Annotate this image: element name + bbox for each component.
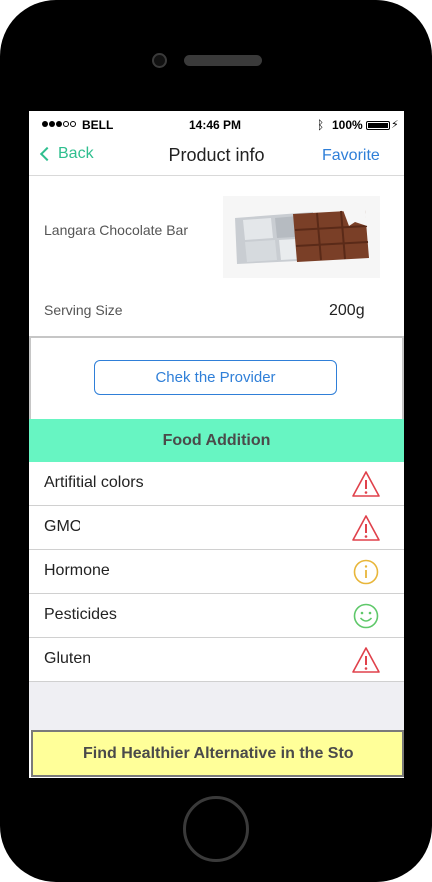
list-item[interactable]: Hormones xyxy=(29,550,404,594)
check-provider-button[interactable]: Chek the Provider xyxy=(94,360,337,395)
phone-frame: BELL 14:46 PM ᛒ 100% ⚡ Back Product info… xyxy=(0,0,432,882)
list-item[interactable]: GMO xyxy=(29,506,404,550)
list-item[interactable]: Artifitial colors xyxy=(29,462,404,506)
serving-size-value: 200g xyxy=(329,302,365,319)
app-screen: BELL 14:46 PM ᛒ 100% ⚡ Back Product info… xyxy=(29,111,404,778)
additive-label: Gluten xyxy=(44,650,90,667)
list-item[interactable]: Gluten xyxy=(29,638,404,682)
additive-label: Pesticides xyxy=(44,606,117,623)
product-name: Langara Chocolate Bar xyxy=(44,222,188,238)
speaker-grill xyxy=(184,55,262,66)
battery-percentage: 100% xyxy=(332,118,363,132)
info-icon xyxy=(353,559,379,585)
food-addition-header: Food Addition xyxy=(29,419,404,462)
camera-lens xyxy=(152,53,167,68)
favorite-button[interactable]: Favorite xyxy=(322,147,404,165)
warning-icon xyxy=(352,647,380,673)
carrier-name: BELL xyxy=(82,118,114,132)
find-alternative-button[interactable]: Find Healthier Alternative in the Store xyxy=(31,730,404,777)
additive-label: Artifitial colors xyxy=(44,474,144,491)
content-spacer xyxy=(29,682,404,730)
signal-strength-icon xyxy=(42,121,76,127)
find-alternative-label: Find Healthier Alternative in the Store xyxy=(83,744,353,762)
additive-label: GMO xyxy=(44,518,80,535)
status-time: 14:46 PM xyxy=(189,118,242,132)
additive-label: Hormones xyxy=(44,562,110,579)
home-button[interactable] xyxy=(183,796,249,862)
list-item[interactable]: Pesticides xyxy=(29,594,404,638)
smiley-icon xyxy=(353,603,379,629)
charging-icon: ⚡ xyxy=(391,119,399,131)
provider-section: Chek the Provider xyxy=(29,336,404,419)
serving-size-label: Serving Size xyxy=(44,302,123,318)
battery-icon xyxy=(366,121,390,130)
additive-list: Artifitial colors GMO Hormones xyxy=(29,462,404,682)
warning-icon xyxy=(352,515,380,541)
bluetooth-icon: ᛒ xyxy=(317,118,325,132)
navigation-bar: Back Product info Favorite xyxy=(29,139,404,176)
warning-icon xyxy=(352,471,380,497)
status-bar: BELL 14:46 PM ᛒ 100% ⚡ xyxy=(29,111,404,139)
chocolate-bar-image xyxy=(223,196,380,278)
